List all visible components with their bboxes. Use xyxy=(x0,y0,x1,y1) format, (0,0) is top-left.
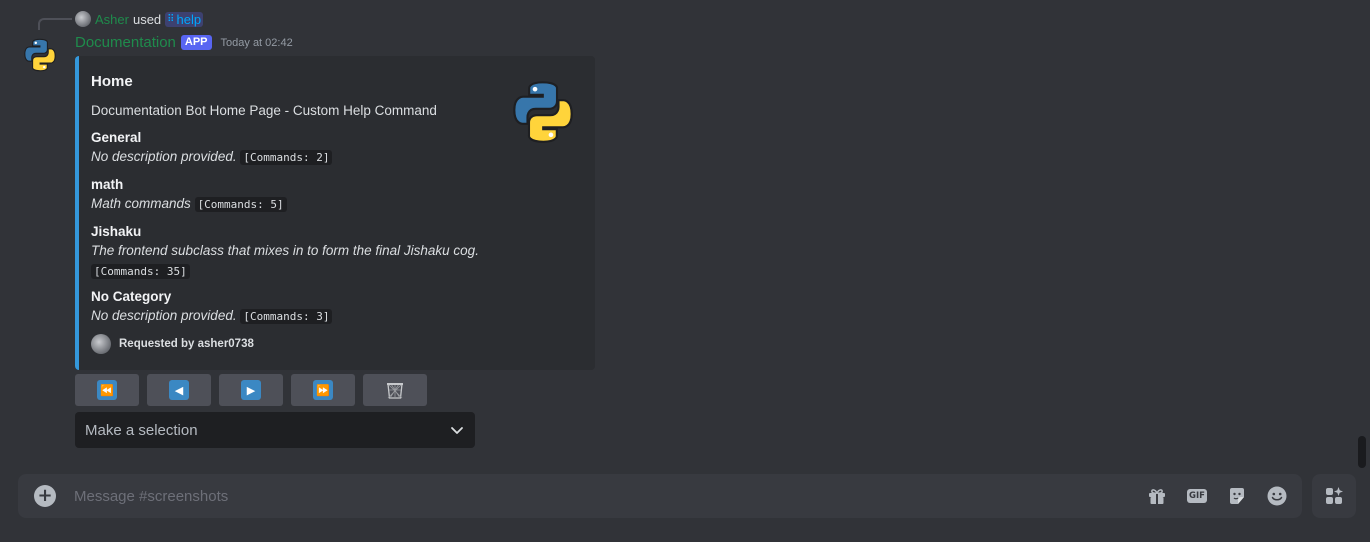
command-mention[interactable]: ⠿ help xyxy=(165,11,204,27)
chevron-down-icon xyxy=(451,427,463,434)
fast-forward-icon: ⏩ xyxy=(313,380,333,400)
embed-field-general: General No description provided. [Comman… xyxy=(91,128,333,168)
scrollbar-thumb[interactable] xyxy=(1358,436,1366,468)
reply-used-text: used xyxy=(132,11,162,27)
select-placeholder: Make a selection xyxy=(85,421,198,439)
gift-icon[interactable] xyxy=(1146,485,1168,507)
reply-connector xyxy=(38,18,72,30)
field-value: No description provided. [Commands: 2] xyxy=(91,147,333,168)
category-select[interactable]: Make a selection xyxy=(75,412,475,448)
field-value: No description provided. [Commands: 3] xyxy=(91,306,333,327)
next-page-button[interactable]: ▶ xyxy=(219,374,283,406)
field-value: The frontend subclass that mixes in to f… xyxy=(91,241,479,261)
field-name: Jishaku xyxy=(91,224,142,239)
command-name: help xyxy=(176,11,202,27)
emoji-icon[interactable] xyxy=(1266,485,1288,507)
pagination-buttons: ⏪ ◀ ▶ ⏩ xyxy=(75,374,427,406)
embed-footer: Requested by asher0738 xyxy=(91,334,254,354)
embed-title: Home xyxy=(91,73,133,90)
gif-icon[interactable]: GIF xyxy=(1186,485,1208,507)
first-page-button[interactable]: ⏪ xyxy=(75,374,139,406)
field-command-count: [Commands: 3] xyxy=(240,309,333,324)
slash-command-icon: ⠿ xyxy=(167,13,175,25)
field-description: No description provided. xyxy=(91,308,237,323)
field-command-count: [Commands: 35] xyxy=(91,264,190,279)
footer-avatar xyxy=(91,334,111,354)
play-reverse-icon: ◀ xyxy=(169,380,189,400)
reply-avatar[interactable] xyxy=(75,11,91,27)
python-logo-thumbnail[interactable] xyxy=(509,78,577,146)
sticker-icon[interactable] xyxy=(1226,485,1248,507)
footer-text: Requested by asher0738 xyxy=(119,338,254,350)
add-attachment-icon[interactable]: + xyxy=(34,485,56,507)
apps-icon xyxy=(1326,487,1343,504)
message-timestamp: Today at 02:42 xyxy=(220,36,293,49)
field-command-count: [Commands: 2] xyxy=(240,150,333,165)
field-name: math xyxy=(91,177,124,192)
message-input[interactable] xyxy=(74,486,1134,506)
author-name[interactable]: Documentation xyxy=(75,34,176,51)
python-logo-avatar[interactable] xyxy=(22,37,58,73)
embed-field-jishaku: Jishaku The frontend subclass that mixes… xyxy=(91,222,479,282)
field-command-count: [Commands: 5] xyxy=(194,197,287,212)
embed-field-math: math Math commands [Commands: 5] xyxy=(91,175,287,215)
reply-username[interactable]: Asher xyxy=(95,12,129,27)
wastebasket-icon xyxy=(387,383,403,399)
delete-button[interactable] xyxy=(363,374,427,406)
play-icon: ▶ xyxy=(241,380,261,400)
fast-rewind-icon: ⏪ xyxy=(97,380,117,400)
help-embed: Home Documentation Bot Home Page - Custo… xyxy=(75,56,595,370)
field-name: General xyxy=(91,130,142,145)
last-page-button[interactable]: ⏩ xyxy=(291,374,355,406)
message-header: Documentation APP Today at 02:42 xyxy=(75,34,293,51)
gif-label: GIF xyxy=(1187,488,1207,504)
field-name: No Category xyxy=(91,289,172,304)
field-description: No description provided. xyxy=(91,149,237,164)
field-description: The frontend subclass that mixes in to f… xyxy=(91,243,479,258)
previous-page-button[interactable]: ◀ xyxy=(147,374,211,406)
field-value-continued: [Commands: 35] xyxy=(91,261,479,282)
apps-button[interactable] xyxy=(1312,474,1356,518)
field-description: Math commands xyxy=(91,196,191,211)
reply-context[interactable]: Asher used ⠿ help xyxy=(75,11,204,27)
embed-field-no-category: No Category No description provided. [Co… xyxy=(91,287,333,327)
embed-description: Documentation Bot Home Page - Custom Hel… xyxy=(91,103,437,118)
message-composer: + GIF xyxy=(18,474,1302,518)
field-value: Math commands [Commands: 5] xyxy=(91,194,287,215)
app-badge: APP xyxy=(180,35,212,50)
